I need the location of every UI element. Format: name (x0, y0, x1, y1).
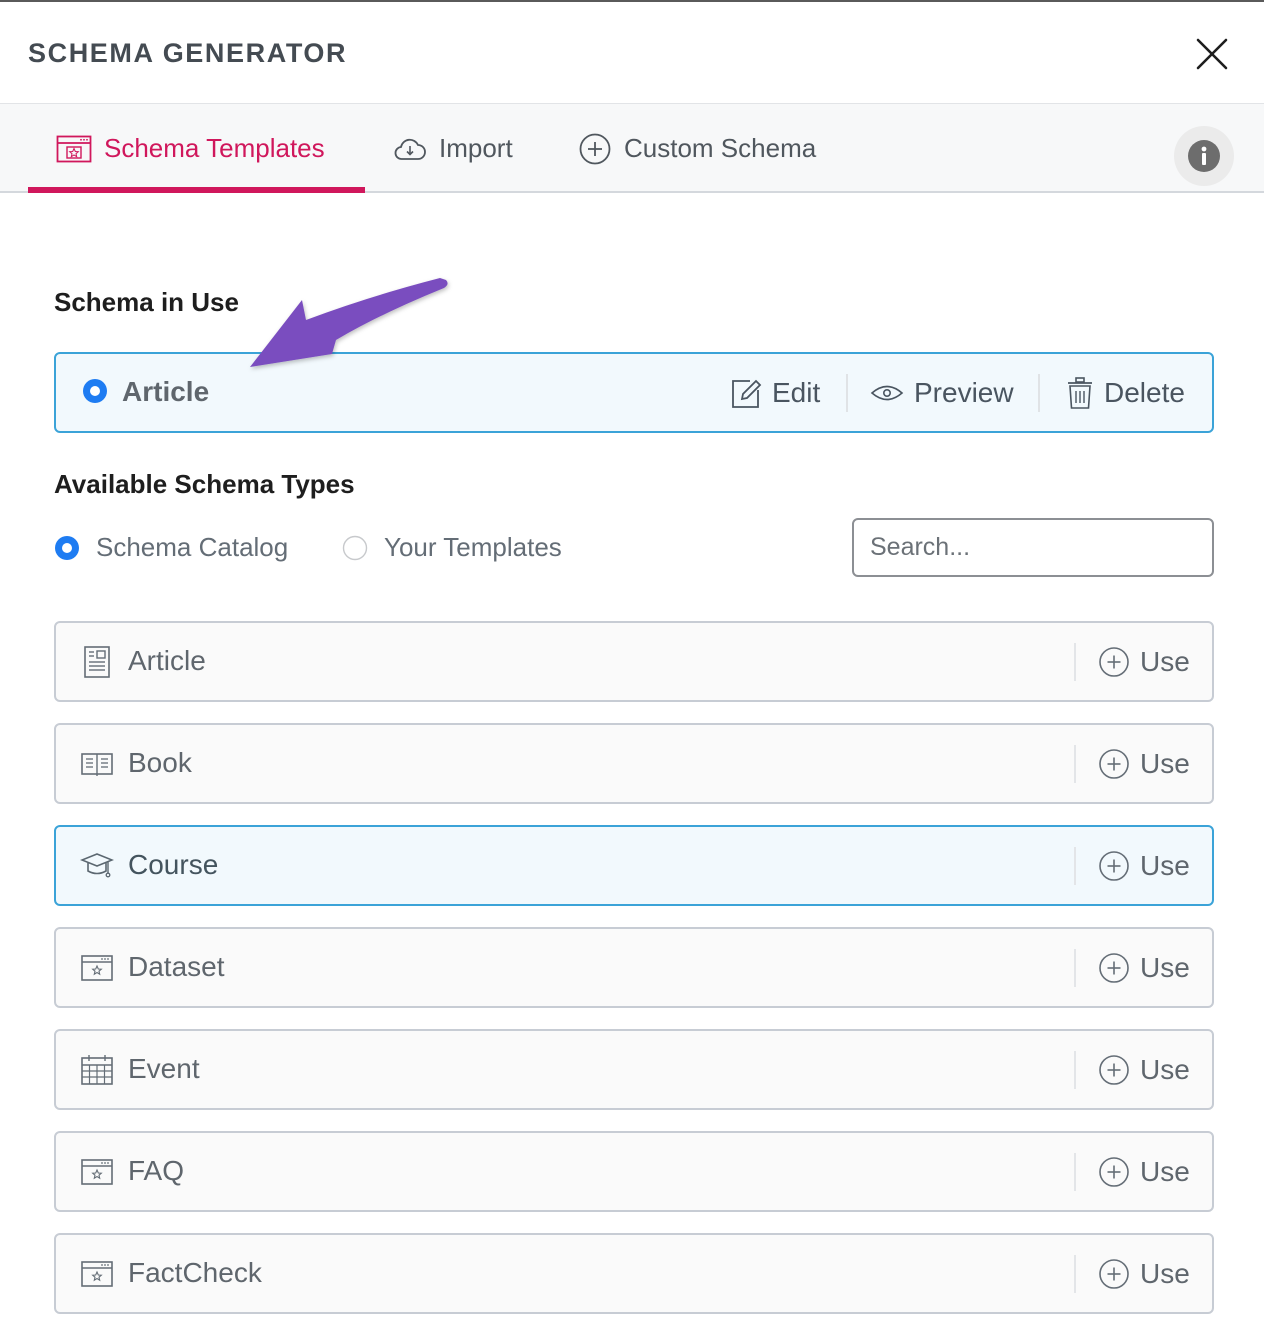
use-divider (1074, 1153, 1076, 1191)
use-button[interactable]: Use (1098, 623, 1190, 700)
plus-circle-icon (1098, 1054, 1140, 1086)
radio-label: Your Templates (384, 532, 562, 562)
schema-list-item[interactable]: Course Use (54, 825, 1214, 906)
trash-icon (1068, 376, 1092, 409)
schema-list-item-label: Book (128, 747, 192, 778)
action-divider (1038, 374, 1040, 412)
tab-label: Import (439, 133, 513, 163)
use-label: Use (1140, 645, 1190, 677)
schema-list-item[interactable]: Dataset Use (54, 927, 1214, 1008)
delete-button[interactable]: Delete (1066, 354, 1185, 431)
tab-label: Schema Templates (104, 133, 325, 163)
plus-circle-icon (1098, 748, 1140, 780)
modal-title: SCHEMA GENERATOR (28, 38, 348, 68)
eye-icon (870, 385, 904, 400)
use-label: Use (1140, 1053, 1190, 1085)
use-divider (1074, 1051, 1076, 1089)
schema-in-use-item: Article Edit Preview Delete (54, 352, 1214, 433)
use-button[interactable]: Use (1098, 1031, 1190, 1108)
template-icon (80, 1257, 114, 1291)
cloud-download-icon (394, 138, 426, 160)
use-divider (1074, 1255, 1076, 1293)
action-divider (846, 374, 848, 412)
schema-list-item-label: Article (128, 645, 206, 676)
search-input[interactable] (852, 518, 1214, 577)
radio-schema-catalog[interactable]: Schema Catalog (54, 532, 288, 563)
schema-list-item[interactable]: Article Use (54, 621, 1214, 702)
tab-custom-schema[interactable]: Custom Schema (578, 104, 816, 193)
schema-list-item-label: FactCheck (128, 1257, 262, 1288)
active-tab-indicator (28, 187, 365, 193)
use-button[interactable]: Use (1098, 1133, 1190, 1210)
schema-list-item-label: Course (128, 849, 219, 880)
plus-circle-icon (1098, 1258, 1140, 1290)
use-label: Use (1140, 951, 1190, 983)
close-button[interactable] (1192, 34, 1232, 74)
preview-button[interactable]: Preview (870, 354, 1014, 431)
use-divider (1074, 745, 1076, 783)
use-label: Use (1140, 1257, 1190, 1289)
schema-list-item[interactable]: FactCheck Use (54, 1233, 1214, 1314)
available-schema-heading: Available Schema Types (54, 469, 355, 499)
radio-your-templates[interactable]: Your Templates (342, 532, 562, 563)
schema-list-item[interactable]: Event Use (54, 1029, 1214, 1110)
close-icon (1196, 38, 1228, 70)
radio-label: Schema Catalog (96, 532, 289, 562)
use-button[interactable]: Use (1098, 929, 1190, 1006)
use-divider (1074, 643, 1076, 681)
edit-label: Edit (772, 376, 821, 408)
schema-list-item[interactable]: Book Use (54, 723, 1214, 804)
calendar-icon (80, 1053, 114, 1087)
preview-label: Preview (914, 376, 1014, 408)
use-button[interactable]: Use (1098, 827, 1190, 904)
article-icon (80, 645, 114, 679)
plus-circle-icon (1098, 646, 1140, 678)
graduation-cap-icon (79, 849, 115, 883)
radio-selected-icon[interactable] (82, 378, 108, 404)
use-label: Use (1140, 849, 1190, 881)
edit-icon (732, 379, 762, 408)
modal-header: SCHEMA GENERATOR (0, 2, 1264, 104)
tab-schema-templates[interactable]: Schema Templates (56, 104, 325, 193)
use-label: Use (1140, 747, 1190, 779)
book-icon (80, 747, 114, 781)
schema-list-item[interactable]: FAQ Use (54, 1131, 1214, 1212)
plus-circle-icon (1098, 1156, 1140, 1188)
schema-list-item-label: FAQ (128, 1155, 185, 1186)
delete-label: Delete (1104, 376, 1185, 408)
info-button[interactable] (1174, 126, 1234, 186)
plus-circle-icon (1098, 952, 1140, 984)
edit-button[interactable]: Edit (730, 354, 820, 431)
template-icon (56, 135, 92, 162)
use-divider (1074, 847, 1076, 885)
radio-selected-icon (55, 535, 79, 560)
tab-import[interactable]: Import (393, 104, 513, 193)
schema-in-use-heading: Schema in Use (54, 287, 239, 317)
use-button[interactable]: Use (1098, 725, 1190, 802)
plus-circle-icon (1098, 850, 1140, 882)
radio-unselected-icon (342, 535, 368, 560)
use-divider (1074, 949, 1076, 987)
schema-list-item-label: Dataset (128, 951, 225, 982)
schema-in-use-name: Article (122, 376, 210, 407)
template-icon (80, 1155, 114, 1189)
tab-label: Custom Schema (624, 133, 817, 163)
use-button[interactable]: Use (1098, 1235, 1190, 1312)
template-icon (80, 951, 114, 985)
use-label: Use (1140, 1155, 1190, 1187)
tab-bar: Schema Templates Import Custom Schema (0, 104, 1264, 193)
info-icon (1188, 140, 1220, 172)
schema-list-item-label: Event (128, 1053, 200, 1084)
plus-circle-icon (579, 133, 611, 164)
